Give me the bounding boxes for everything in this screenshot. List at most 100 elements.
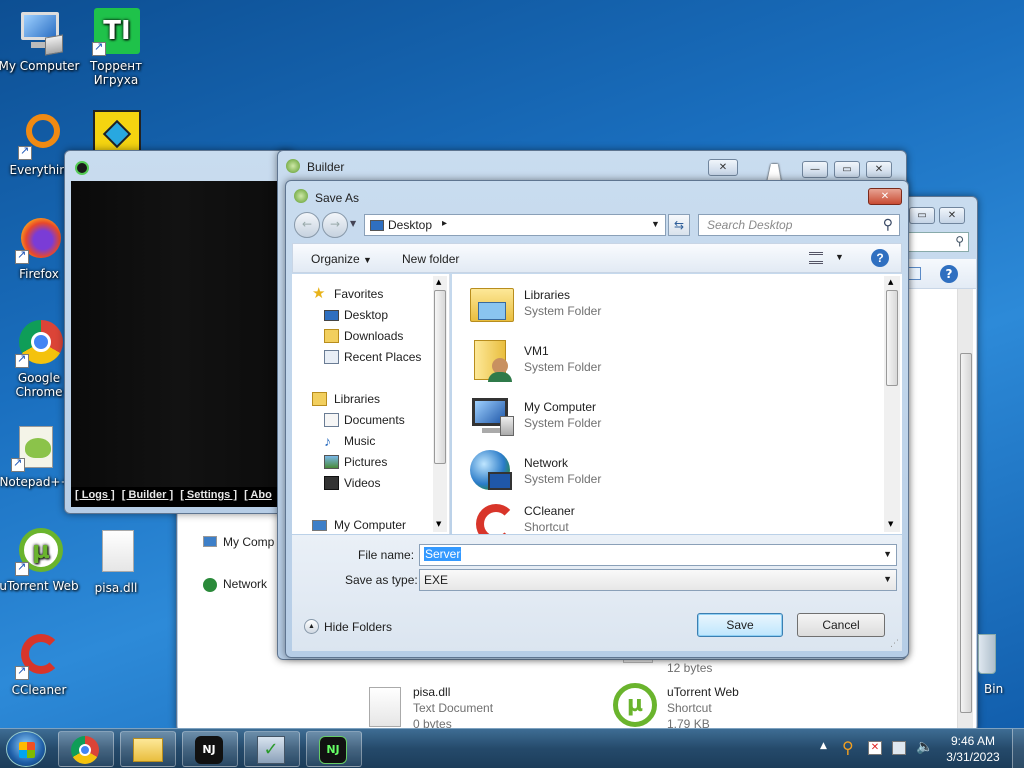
taskbar-explorer[interactable]: [120, 731, 176, 767]
nav-libraries[interactable]: Libraries: [292, 389, 442, 409]
show-hidden-icons-icon[interactable]: ▲: [820, 741, 827, 751]
save-as-dialog[interactable]: Save As ✕ ← → ▼ Desktop ▸ ▼ ⇆ Search Des…: [285, 180, 909, 658]
nav-downloads[interactable]: Downloads: [292, 326, 442, 346]
utorrent-icon: µ: [15, 528, 63, 576]
close-button[interactable]: ✕: [866, 161, 892, 178]
menu-about[interactable]: [ Abo: [244, 489, 272, 501]
nav-music[interactable]: ♪ Music: [292, 431, 442, 451]
chevron-down-icon[interactable]: ▼: [883, 549, 892, 559]
taskbar-njrat-2[interactable]: NJ: [306, 731, 362, 767]
file-size-partial: 12 bytes: [667, 661, 713, 675]
firefox-icon: [15, 216, 63, 264]
action-center-icon[interactable]: ✕: [868, 741, 882, 755]
clock[interactable]: 9:46 AM 3/31/2023: [940, 733, 1006, 765]
file-icon: [92, 530, 140, 578]
preview-pane-icon[interactable]: [907, 267, 921, 280]
list-item[interactable]: VM1 System Folder: [468, 334, 868, 388]
help-icon[interactable]: ?: [871, 249, 889, 267]
cancel-button[interactable]: Cancel: [797, 613, 885, 637]
nav-documents[interactable]: Documents: [292, 410, 442, 430]
save-button[interactable]: Save: [697, 613, 783, 637]
computer-icon: [468, 392, 516, 440]
desktop-icon-label: uTorrent Web: [0, 579, 79, 593]
forward-button[interactable]: →: [322, 212, 348, 238]
breadcrumb-arrow-icon[interactable]: ▸: [442, 218, 447, 229]
menu-settings[interactable]: [ Settings ]: [180, 489, 237, 501]
menu-logs[interactable]: [ Logs ]: [75, 489, 115, 501]
save-as-icon: [294, 189, 308, 203]
maximize-button[interactable]: ▭: [834, 161, 860, 178]
explorer-scrollbar[interactable]: [957, 289, 973, 729]
view-options-icon[interactable]: [809, 252, 823, 264]
file-list[interactable]: Libraries System Folder VM1 System Folde…: [452, 274, 902, 534]
resize-grip-icon[interactable]: ⋰: [890, 639, 899, 649]
help-icon[interactable]: ?: [940, 265, 958, 283]
njrat-icon: NJ: [195, 736, 223, 764]
network-tray-icon[interactable]: [892, 741, 906, 755]
start-button[interactable]: [6, 731, 46, 767]
refresh-button[interactable]: ⇆: [668, 214, 690, 236]
chevron-down-icon[interactable]: ▼: [835, 252, 844, 262]
file-item-utorrent-web[interactable]: µ uTorrent Web Shortcut 1.79 KB: [613, 683, 833, 731]
nav-pane-scrollbar[interactable]: ▲ ▼: [433, 276, 447, 532]
explorer-search-box[interactable]: ⚲: [907, 232, 969, 252]
njrat-window[interactable]: [ Logs ] [ Builder ] [ Settings ] [ Abo: [64, 150, 294, 514]
taskbar-builder[interactable]: ✓: [244, 731, 300, 767]
nav-videos[interactable]: Videos: [292, 473, 442, 493]
libraries-icon: [312, 392, 327, 406]
desktop-icon-label: pisa.dll: [94, 581, 138, 595]
address-dropdown-icon[interactable]: ▼: [651, 219, 660, 229]
taskbar-njrat[interactable]: NJ: [182, 731, 238, 767]
security-check-icon: ✓: [257, 736, 285, 764]
nav-desktop[interactable]: Desktop: [292, 305, 442, 325]
nav-recent-places[interactable]: Recent Places: [292, 347, 442, 367]
history-dropdown-icon[interactable]: ▼: [350, 219, 356, 228]
desktop-icon-ccleaner[interactable]: CCleaner: [0, 632, 81, 697]
search-icon[interactable]: ⚲: [842, 738, 854, 757]
windows-logo-icon: [19, 742, 35, 758]
desktop-icon: [324, 310, 339, 321]
scrollbar-thumb[interactable]: [960, 353, 972, 713]
utorrent-icon: µ: [613, 683, 657, 727]
user-folder-icon: [468, 336, 516, 384]
minimize-button[interactable]: —: [802, 161, 828, 178]
close-button[interactable]: ✕: [939, 207, 965, 224]
nav-pictures[interactable]: Pictures: [292, 452, 442, 472]
nav-my-computer[interactable]: My Computer: [292, 515, 442, 534]
chevron-down-icon[interactable]: ▼: [883, 574, 892, 584]
torrent-igruha-icon: TI: [92, 8, 140, 56]
file-list-scrollbar[interactable]: ▲ ▼: [884, 276, 900, 532]
menu-builder[interactable]: [ Builder ]: [122, 489, 173, 501]
search-input[interactable]: Search Desktop ⚲: [698, 214, 900, 236]
list-item[interactable]: CCleaner Shortcut: [468, 494, 868, 534]
desktop-icon: [370, 220, 384, 231]
restore-button[interactable]: ▭: [909, 207, 935, 224]
builder-close-button[interactable]: ✕: [708, 159, 738, 176]
file-item-pisa-dll[interactable]: pisa.dll Text Document 0 bytes: [369, 683, 589, 731]
desktop-icon-label: CCleaner: [11, 683, 67, 697]
network-icon: [468, 448, 516, 496]
videos-icon: [324, 476, 339, 490]
list-item[interactable]: My Computer System Folder: [468, 390, 868, 444]
volume-muted-icon[interactable]: 🔈: [916, 739, 933, 755]
nav-favorites[interactable]: ★ Favorites: [292, 284, 442, 304]
organize-menu[interactable]: Organize ▼: [311, 252, 372, 266]
desktop-icon-pisa-dll[interactable]: pisa.dll: [74, 530, 158, 595]
scrollbar-thumb[interactable]: [886, 290, 898, 386]
desktop-icon-torrent-igruha[interactable]: TI Торрент Игруха: [74, 8, 158, 87]
close-button[interactable]: ✕: [868, 188, 902, 205]
taskbar-chrome[interactable]: [58, 731, 114, 767]
navigation-pane[interactable]: ★ Favorites Desktop Downloads Recent Pla…: [292, 274, 450, 534]
desktop-icon-utorrent[interactable]: µ uTorrent Web: [0, 528, 81, 593]
list-item[interactable]: Libraries System Folder: [468, 278, 868, 332]
back-button[interactable]: ←: [294, 212, 320, 238]
desktop-icon-my-computer[interactable]: My Computer: [0, 8, 81, 73]
show-desktop-button[interactable]: [1012, 729, 1024, 768]
desktop-icon-recycle-bin[interactable]: Bin: [976, 632, 1024, 696]
save-as-type-select[interactable]: EXE ▼: [419, 569, 897, 591]
new-folder-button[interactable]: New folder: [402, 252, 459, 266]
list-item[interactable]: Network System Folder: [468, 446, 868, 500]
address-bar[interactable]: Desktop ▸ ▼: [364, 214, 666, 236]
file-name-field[interactable]: Server ▼: [419, 544, 897, 566]
scrollbar-thumb[interactable]: [434, 290, 446, 464]
